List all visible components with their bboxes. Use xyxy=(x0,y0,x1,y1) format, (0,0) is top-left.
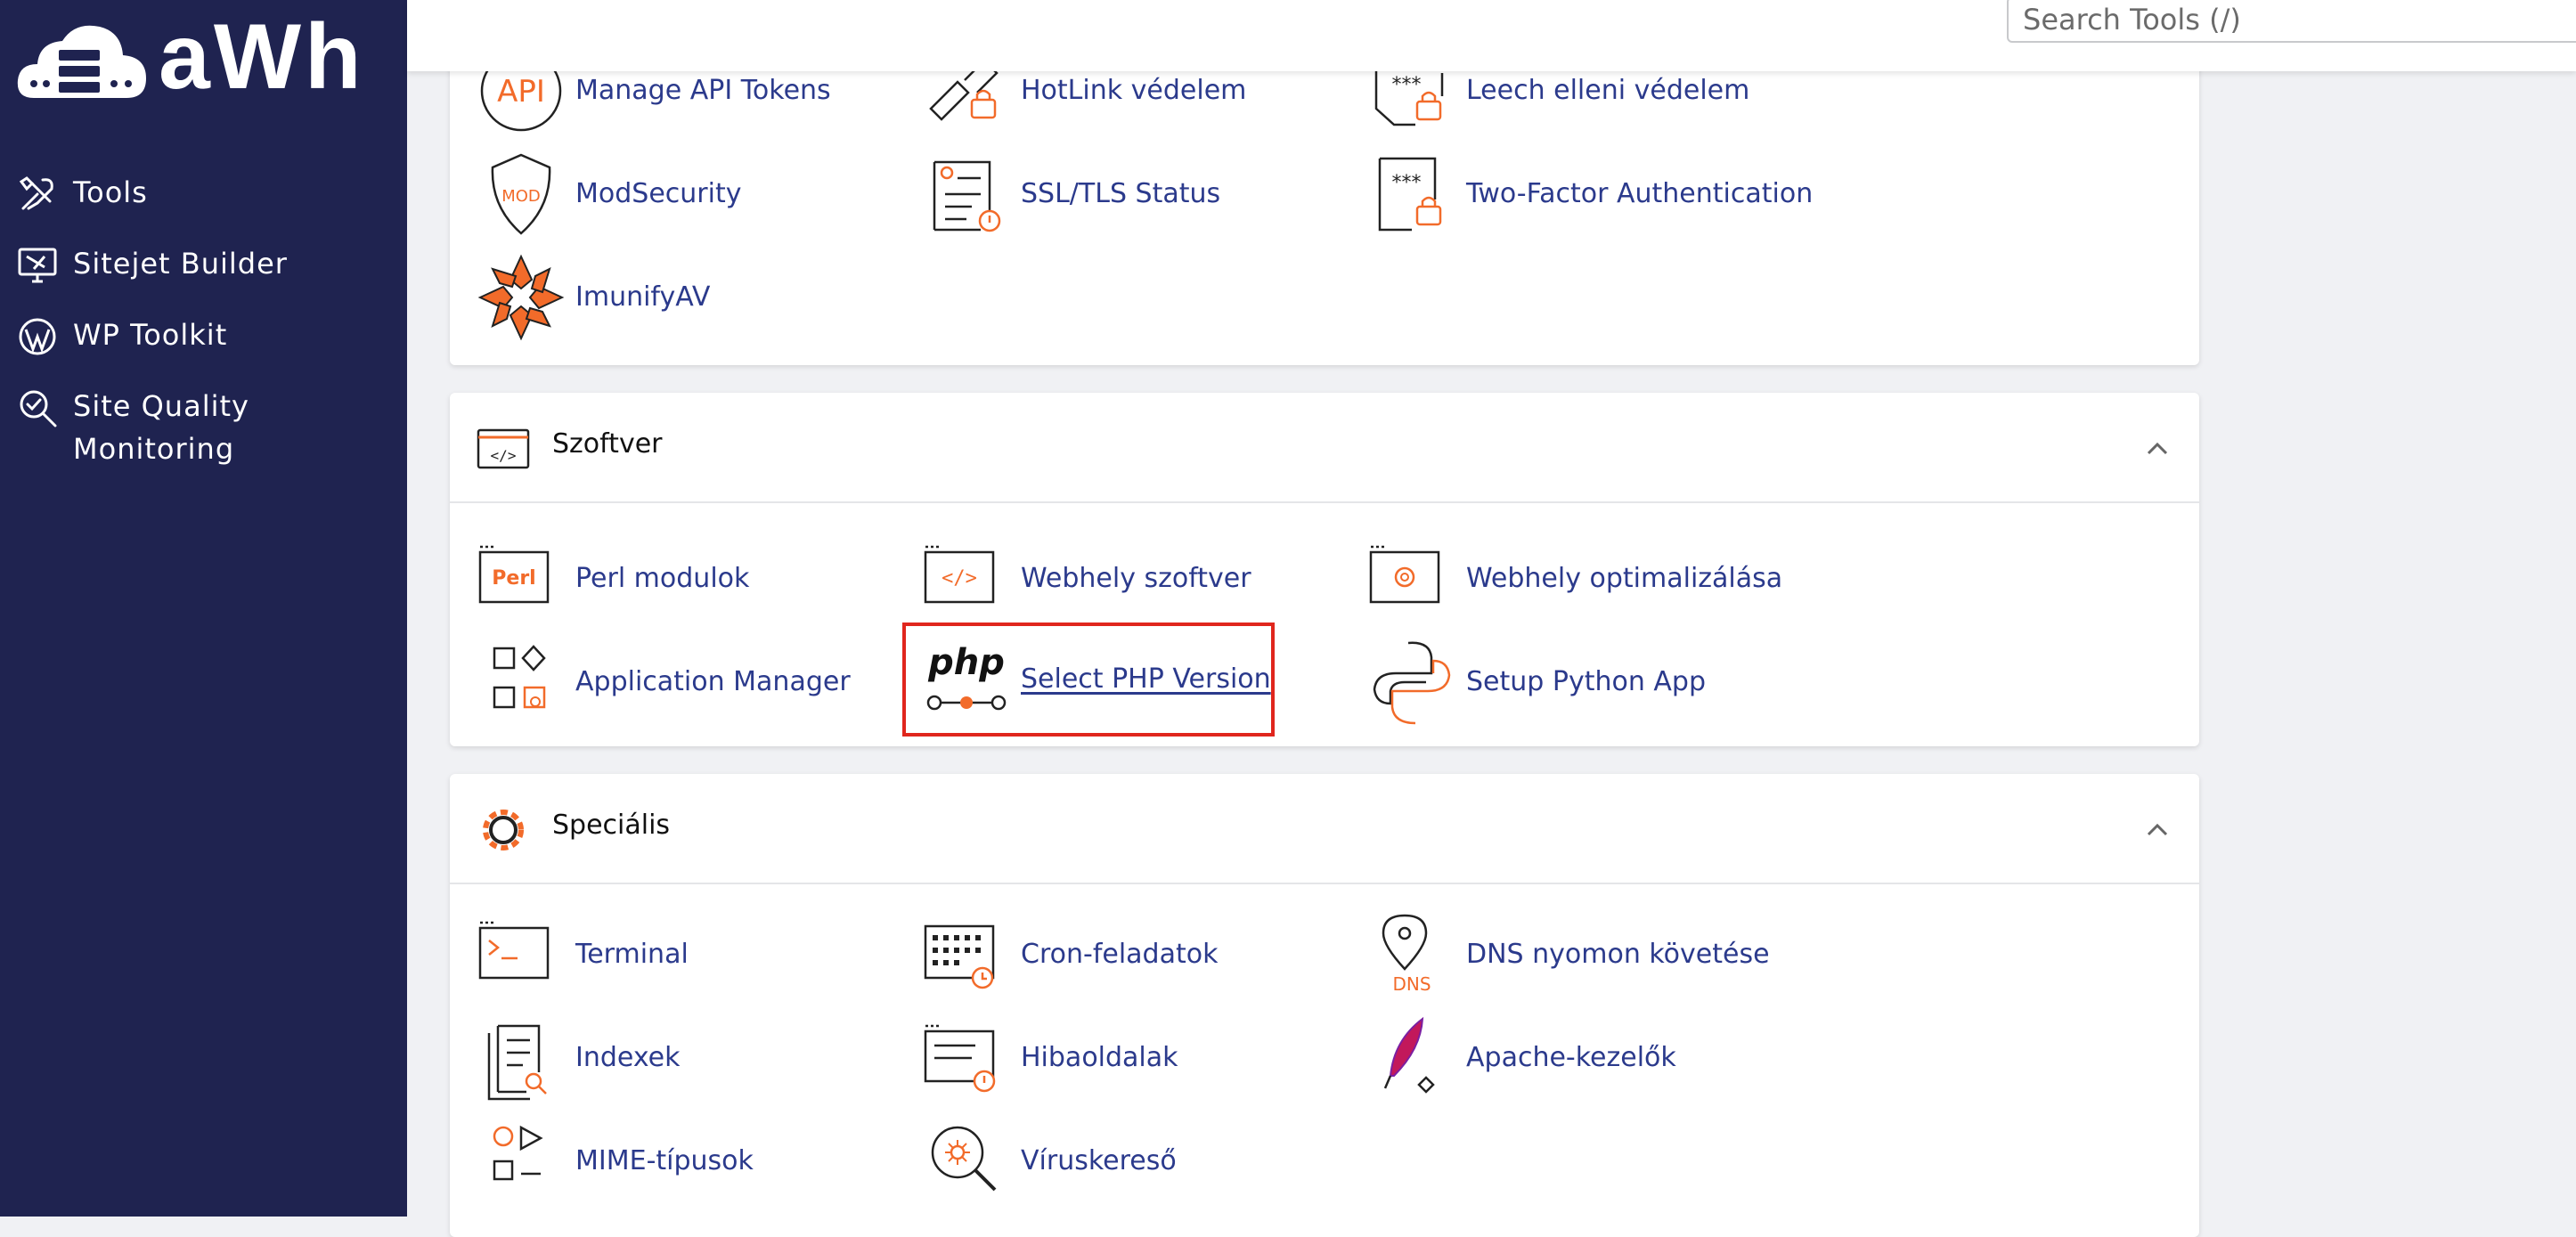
search-tools-input[interactable] xyxy=(2007,0,2576,43)
tool-label: Cron-feladatok xyxy=(1021,939,1219,970)
tool-ssl-tls-status[interactable]: SSL/TLS Status xyxy=(922,150,1296,239)
svg-text:***: *** xyxy=(1392,172,1422,194)
svg-text:php: php xyxy=(927,642,1005,683)
tool-virus-scanner[interactable]: Víruskereső xyxy=(922,1117,1296,1206)
site-quality-icon xyxy=(20,390,57,427)
tool-label: Setup Python App xyxy=(1466,666,1706,697)
ssl-status-icon xyxy=(933,160,1001,232)
tool-site-software[interactable]: </> Webhely szoftver xyxy=(922,534,1296,623)
tool-label: Manage API Tokens xyxy=(575,75,831,106)
php-icon: php xyxy=(926,642,1007,711)
sidebar-nav: Tools Sitejet Builder WP Toolkit Site Qu… xyxy=(0,160,407,481)
terminal-icon xyxy=(478,921,550,980)
svg-text:DNS: DNS xyxy=(1392,973,1431,995)
two-factor-icon: *** xyxy=(1378,157,1442,232)
software-card-header[interactable]: </> Szoftver xyxy=(450,393,2199,503)
sidebar-item-sitejet[interactable]: Sitejet Builder xyxy=(0,232,407,303)
chevron-up-icon[interactable] xyxy=(2141,813,2173,845)
top-bar xyxy=(407,0,2576,71)
tool-label: Application Manager xyxy=(575,666,851,697)
mime-icon xyxy=(493,1125,543,1181)
security-card: API Manage API Tokens HotLink védelem **… xyxy=(450,36,2199,365)
software-card: </> Szoftver Perl Perl modulok </> Webhe… xyxy=(450,393,2199,746)
card-title: Speciális xyxy=(552,810,671,841)
tool-label: Select PHP Version xyxy=(1021,663,1271,695)
tool-label: ModSecurity xyxy=(575,178,742,209)
site-optimize-icon xyxy=(1369,545,1440,604)
sidebar-item-label: Sitejet Builder xyxy=(73,247,288,281)
tool-label: SSL/TLS Status xyxy=(1021,178,1221,209)
sidebar-item-tools[interactable]: Tools xyxy=(0,160,407,232)
sidebar-item-wp-toolkit[interactable]: WP Toolkit xyxy=(0,303,407,374)
tool-label: Webhely optimalizálása xyxy=(1466,563,1783,594)
tool-apache-handlers[interactable]: Apache-kezelők xyxy=(1367,1013,1741,1103)
tool-label: Leech elleni védelem xyxy=(1466,75,1750,106)
tool-label: HotLink védelem xyxy=(1021,75,1247,106)
tool-site-optimization[interactable]: Webhely optimalizálása xyxy=(1367,534,1830,623)
tool-label: Apache-kezelők xyxy=(1466,1042,1676,1073)
brand-name: aWh xyxy=(159,5,365,109)
cron-icon xyxy=(924,924,995,989)
brand-logo[interactable]: aWh xyxy=(16,11,372,107)
virus-scanner-icon xyxy=(931,1126,997,1192)
sitejet-icon xyxy=(18,248,57,283)
dns-icon: DNS xyxy=(1382,914,1431,995)
tool-imunifyav[interactable]: ImunifyAV xyxy=(477,253,851,342)
tool-label: MIME-típusok xyxy=(575,1145,754,1176)
svg-text:***: *** xyxy=(1392,74,1422,96)
modsecurity-icon: MOD xyxy=(491,153,551,235)
tool-select-php-version[interactable]: php Select PHP Version xyxy=(902,623,1275,737)
tool-label: Hibaoldalak xyxy=(1021,1042,1178,1073)
tool-label: Two-Factor Authentication xyxy=(1466,178,1814,209)
tool-label: Webhely szoftver xyxy=(1021,563,1251,594)
tool-error-pages[interactable]: Hibaoldalak xyxy=(922,1013,1296,1103)
tool-terminal[interactable]: Terminal xyxy=(477,910,851,999)
card-title: Szoftver xyxy=(552,428,663,460)
site-software-icon: </> xyxy=(924,545,995,604)
tools-icon xyxy=(19,176,53,210)
tool-label: Perl modulok xyxy=(575,563,750,594)
svg-text:</>: </> xyxy=(942,567,977,590)
indexes-icon xyxy=(487,1024,547,1101)
gear-icon xyxy=(483,810,524,850)
apache-icon xyxy=(1383,1016,1435,1094)
tool-label: Víruskereső xyxy=(1021,1145,1177,1176)
tool-two-factor-auth[interactable]: *** Two-Factor Authentication xyxy=(1367,150,1830,239)
svg-text:API: API xyxy=(497,74,545,110)
tool-dns-tracking[interactable]: DNS DNS nyomon követése xyxy=(1367,910,1830,999)
svg-text:</>: </> xyxy=(491,447,517,464)
tool-label: DNS nyomon követése xyxy=(1466,939,1770,970)
tool-indexes[interactable]: Indexek xyxy=(477,1013,851,1103)
sidebar-item-site-quality[interactable]: Site Quality Monitoring xyxy=(0,374,407,481)
sidebar: aWh Tools Sitejet Builder WP Toolkit Sit… xyxy=(0,0,407,1217)
tool-setup-python-app[interactable]: Setup Python App xyxy=(1367,638,1741,727)
special-card-header[interactable]: Speciális xyxy=(450,774,2199,884)
sidebar-item-label: Site Quality Monitoring xyxy=(73,389,249,466)
python-icon xyxy=(1373,641,1451,725)
tool-perl-modules[interactable]: Perl Perl modulok xyxy=(477,534,851,623)
svg-text:Perl: Perl xyxy=(492,567,535,590)
tool-label: Terminal xyxy=(575,939,689,970)
error-pages-icon xyxy=(924,1024,996,1093)
sidebar-item-label: WP Toolkit xyxy=(73,318,228,352)
code-window-icon: </> xyxy=(477,428,530,469)
svg-text:MOD: MOD xyxy=(501,187,541,206)
tool-mime-types[interactable]: MIME-típusok xyxy=(477,1117,851,1206)
special-card: Speciális Terminal Cron-feladatok DNS DN… xyxy=(450,774,2199,1237)
chevron-up-icon[interactable] xyxy=(2141,432,2173,464)
tool-cron-jobs[interactable]: Cron-feladatok xyxy=(922,910,1296,999)
app-manager-icon xyxy=(493,645,546,709)
tool-modsecurity[interactable]: MOD ModSecurity xyxy=(477,150,851,239)
tool-label: ImunifyAV xyxy=(575,281,711,313)
sidebar-item-label: Tools xyxy=(73,175,148,209)
tool-application-manager[interactable]: Application Manager xyxy=(477,638,851,727)
imunify-icon xyxy=(477,254,565,341)
tool-label: Indexek xyxy=(575,1042,681,1073)
perl-icon: Perl xyxy=(478,545,550,604)
wordpress-icon xyxy=(19,318,56,355)
cloud-server-icon xyxy=(17,25,147,98)
